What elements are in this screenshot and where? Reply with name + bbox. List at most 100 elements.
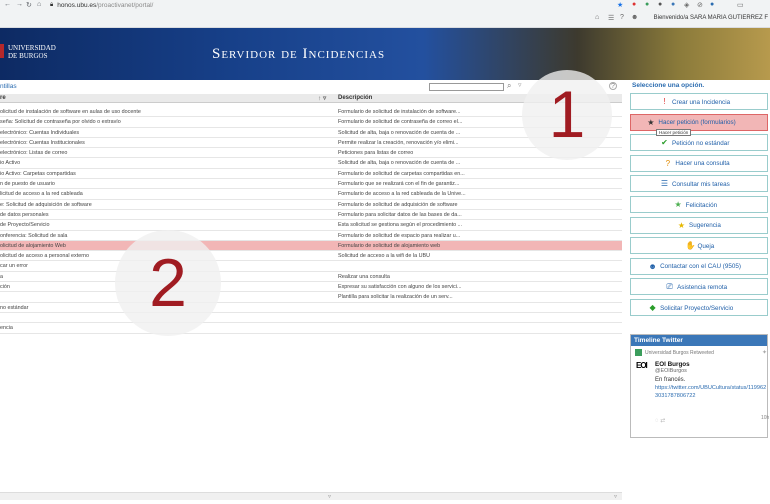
row-description: Formulario de solicitud de carpetas comp… [338,170,465,177]
twitter-title: Timeline Twitter [631,335,767,346]
row-name: licitud de acceso a la red cableada [0,191,83,198]
bookmark-star-icon[interactable]: ★ [617,1,623,9]
extension-icon[interactable]: ● [710,1,714,8]
table-row[interactable]: car un error [0,261,622,272]
eoi-logo[interactable]: EOI [636,361,648,371]
twitter-bird-icon[interactable]: ✦ [762,349,767,356]
queja-button[interactable]: ✋ Queja [630,237,768,255]
option-label: Consultar mis tareas [672,180,730,188]
column-header-description[interactable]: Descripción [338,95,372,101]
retweet-label: Universidad Burgos Retweeted [645,350,714,356]
row-description: Realizar una consulta [338,273,390,280]
tweet-author[interactable]: EOI Burgos [655,361,690,368]
table-row[interactable]: ción Expresar su satisfacción con alguno … [0,282,622,293]
option-label: Sugerencia [689,222,721,230]
star-icon: ★ [674,200,682,209]
filter-icon[interactable]: ▿ [614,493,617,500]
contactar-con-el-cau-9505-button[interactable]: ☻ Contactar con el CAU (9505) [630,257,768,275]
welcome-text: Bienvenido/a SARA MARIA GUTIERREZ F [653,15,768,21]
table-row[interactable]: encia [0,323,622,334]
user-icon[interactable]: ☻ [631,14,638,21]
university-name-line2: DE BURGOS [8,52,48,60]
search-icon[interactable]: ⌕ [507,81,511,91]
table-row[interactable]: olicitud de alojamiento Web Formulario de… [0,240,622,252]
address-bar[interactable]: 🔒︎ honos.ubu.es/proactivanet/portal/ [50,0,153,10]
table-footer: ▿ ▿ [0,492,622,500]
home-icon[interactable]: ⌂ [37,1,41,8]
list-icon: ☰ [660,179,669,189]
table-row[interactable] [0,313,622,324]
sugerencia-button[interactable]: ★ Sugerencia [630,216,768,234]
option-label: Hacer una consulta [675,160,730,168]
row-name: de Proyecto/Servicio [0,222,50,229]
settings-icon[interactable]: ☰ [608,14,614,22]
search-input[interactable] [429,83,504,91]
cast-icon[interactable]: ▭ [737,1,744,9]
table-row[interactable]: a Realizar una consulta [0,272,622,283]
options-title: Seleccione una opción. [632,82,705,89]
hacer-peticion-formularios-button[interactable]: ★ Hacer petición (formularios) [630,113,768,131]
contact-icon: ☻ [648,261,657,271]
twitter-timeline: Timeline Twitter Universidad Burgos Retw… [630,334,770,438]
felicitacion-button[interactable]: ★ Felicitación [630,196,768,213]
annotation-circle-2: 2 [115,230,221,336]
row-description: Esta solicitud se gestiona según el proc… [338,222,463,229]
table-row[interactable]: de datos personales Formulario para solic… [0,210,622,221]
extension-icon[interactable]: ⊘ [697,1,703,9]
reload-icon[interactable]: ↻ [26,1,32,9]
lightbulb-icon: ★ [677,220,686,230]
extension-green-icon[interactable]: ● [645,1,649,8]
hacer-una-consulta-button[interactable]: ? Hacer una consulta [630,154,768,172]
annotation-number-1: 1 [548,77,586,151]
filter-icon[interactable]: ▿ [518,81,522,89]
lock-icon: 🔒︎ [50,1,54,8]
column-header-name[interactable]: re [0,95,6,101]
annotation-circle-1: 1 [522,70,612,160]
peticion-no-estandar-button[interactable]: ✔ Petición no estándar [630,134,768,152]
table-row[interactable]: e: Solicitud de adquisición de software F… [0,200,622,210]
extension-icon[interactable]: ◈ [684,1,689,9]
panel-title: ntillas [0,83,17,90]
row-name: electrónico: Listas de correo [0,150,68,157]
table-row[interactable]: olicitud de acceso a personal externo Sol… [0,251,622,262]
table-row[interactable]: Plantilla para solicitar la realización … [0,292,622,303]
consultar-mis-tareas-button[interactable]: ☰ Consultar mis tareas [630,175,768,193]
row-description: Solicitud de acceso a la wifi de la UBU [338,253,430,260]
reply-icon[interactable]: ◌ [655,418,659,424]
university-shield-icon [0,44,4,58]
table-row[interactable]: de Proyecto/Servicio Esta solicitud se ge… [0,220,622,231]
option-label: Hacer petición (formularios) [658,119,736,127]
solicitar-proyecto-servicio-button[interactable]: ◆ Solicitar Proyecto/Servicio [630,299,768,316]
help-icon[interactable]: ? [620,14,624,21]
tweet-handle[interactable]: @EOIBurgos [655,368,687,374]
asistencia-remota-button[interactable]: ⎚ Asistencia remota [630,278,768,296]
table-row[interactable]: io Activo Solicitud de alta, baja o renov… [0,158,622,169]
option-label: Solicitar Proyecto/Servicio [660,304,734,312]
tweet-time: 10h [761,415,770,421]
option-label: Felicitación [685,201,718,209]
tweet-link[interactable]: https://twitter.com/UBUCultura/status/11… [655,385,767,400]
tweet-actions[interactable]: ◌ ⇄ [655,417,665,424]
extension-blue-icon[interactable]: ● [671,1,675,8]
table-row[interactable]: n de puesto de usuario Formulario que se … [0,179,622,190]
table-row[interactable]: io Activo: Carpetas compartidas Formulari… [0,169,622,180]
row-name: de datos personales [0,211,49,218]
header-banner: UNIVERSIDAD DE BURGOS Servidor de Inciden… [0,28,770,80]
filter-icon[interactable]: ▿ [328,493,331,500]
retweet-action-icon[interactable]: ⇄ [660,418,665,424]
forward-icon[interactable]: → [16,1,23,8]
option-label: Crear una Incidencia [672,98,731,106]
extension-opera-icon[interactable]: ● [632,1,636,8]
row-description: Plantilla para solicitar la realización … [338,294,453,301]
sort-ascending-icon[interactable]: ↑ ▿ [318,94,326,102]
crear-una-incidencia-button[interactable]: ! Crear una Incidencia [630,93,768,110]
table-row[interactable]: onferencia: Solicitud de sala Formulario … [0,231,622,241]
row-name: seña: Solicitud de contraseña por olvido… [0,119,121,126]
browser-chrome: ← → ↻ ⌂ 🔒︎ honos.ubu.es/proactivanet/por… [0,0,770,28]
extension-icon[interactable]: ● [658,1,662,8]
table-row[interactable]: no estándar [0,303,622,313]
table-row[interactable]: licitud de acceso a la red cableada Formu… [0,189,622,200]
row-name: olicitud de instalación de software en a… [0,109,141,115]
back-icon[interactable]: ← [4,1,11,8]
home-page-icon[interactable]: ⌂ [595,14,599,21]
